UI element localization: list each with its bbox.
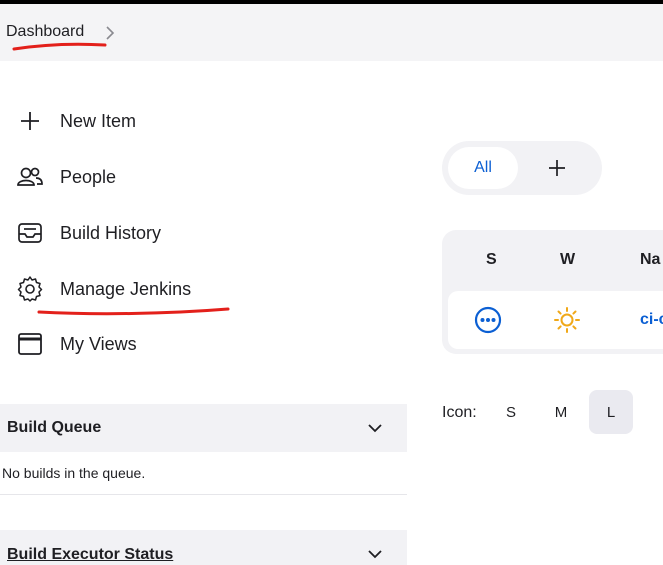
task-label: Manage Jenkins [60, 278, 192, 299]
table-row: ci-c [448, 291, 663, 349]
column-header-status[interactable]: S [486, 251, 497, 269]
view-tabs: All [442, 141, 602, 195]
build-queue-empty-text: No builds in the queue. [2, 465, 146, 481]
column-header-name[interactable]: Na [640, 251, 660, 269]
build-queue-title: Build Queue [7, 419, 102, 436]
task-my-views[interactable]: My Views [16, 329, 137, 359]
breadcrumb: Dashboard [0, 4, 663, 61]
chevron-down-icon[interactable] [367, 547, 383, 561]
jobs-table: S W Na ci-c [442, 230, 663, 354]
task-new-item[interactable]: New Item [16, 106, 136, 136]
task-label: Build History [60, 222, 162, 243]
icon-size-m[interactable]: M [539, 390, 583, 434]
job-link[interactable]: ci-c [640, 311, 663, 329]
icon-size-selector: Icon: S M L [442, 390, 642, 434]
task-label: People [60, 166, 117, 187]
column-header-weather[interactable]: W [560, 251, 575, 269]
task-people[interactable]: People [16, 162, 116, 192]
inbox-icon [16, 219, 44, 247]
icon-size-label: Icon: [442, 404, 477, 421]
task-label: New Item [60, 110, 137, 131]
task-manage-jenkins[interactable]: Manage Jenkins [16, 274, 191, 304]
tab-all[interactable]: All [448, 147, 518, 189]
plus-icon[interactable] [548, 159, 566, 177]
build-executor-status-link[interactable]: Build Executor Status [7, 546, 173, 564]
task-build-history[interactable]: Build History [16, 218, 161, 248]
gear-icon [16, 275, 44, 303]
icon-size-s[interactable]: S [489, 390, 533, 434]
breadcrumb-dashboard-link[interactable]: Dashboard [6, 23, 84, 41]
window-icon [16, 330, 44, 358]
annotation-underline-manage-jenkins [37, 307, 230, 316]
build-queue-header[interactable]: Build Queue [0, 404, 407, 452]
plus-icon [16, 107, 44, 135]
task-label: My Views [60, 333, 137, 354]
divider [0, 494, 407, 495]
chevron-right-icon[interactable] [103, 26, 117, 40]
icon-size-l[interactable]: L [589, 390, 633, 434]
chevron-down-icon[interactable] [367, 421, 383, 435]
people-icon [16, 163, 44, 191]
in-progress-icon [474, 306, 502, 334]
sun-icon [554, 307, 580, 333]
build-executor-status-header[interactable]: Build Executor Status [0, 530, 407, 565]
